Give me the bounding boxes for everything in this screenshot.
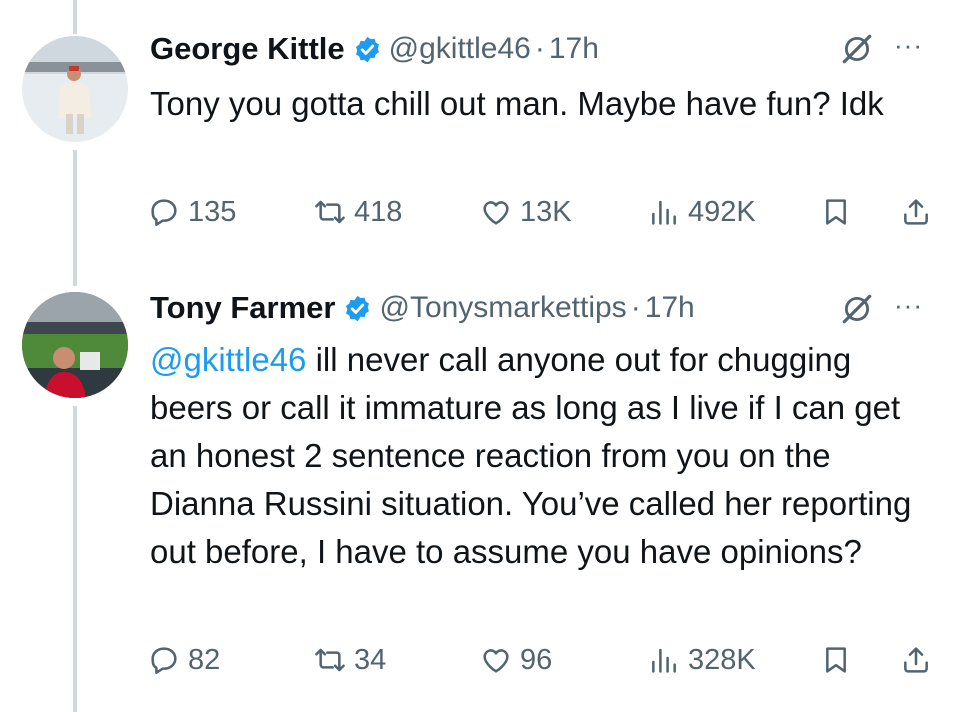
tweet-text-content: Tony you gotta chill out man. Maybe have… (150, 85, 884, 122)
views-button[interactable]: 328K (648, 640, 756, 680)
verified-badge-icon (355, 36, 379, 62)
share-icon (904, 199, 928, 225)
bookmark-icon (826, 199, 846, 225)
verified-badge-icon (346, 295, 370, 321)
tweet-actions: 82 34 96 328K (148, 640, 938, 680)
like-button[interactable]: 13K (480, 192, 572, 232)
more-options-button[interactable]: ··· (894, 290, 923, 321)
views-button[interactable]: 492K (648, 192, 756, 232)
views-chart-icon (652, 648, 676, 673)
like-button[interactable]: 96 (480, 640, 552, 680)
author-name[interactable]: George Kittle (150, 31, 345, 67)
grok-icon[interactable] (840, 292, 874, 326)
tweet-text: @gkittle46 ill never call anyone out for… (150, 336, 940, 576)
views-count: 492K (688, 195, 756, 228)
bookmark-button[interactable] (820, 640, 852, 680)
avatar[interactable] (22, 36, 128, 142)
heart-icon (483, 649, 509, 673)
reply-count: 82 (188, 643, 221, 676)
avatar[interactable] (22, 292, 128, 398)
reply-icon (151, 647, 177, 674)
bookmark-button[interactable] (820, 192, 852, 232)
repost-button[interactable]: 34 (314, 640, 386, 680)
reply-count: 135 (188, 195, 237, 228)
grok-icon[interactable] (840, 32, 874, 66)
repost-icon (315, 648, 345, 672)
like-count: 96 (520, 643, 553, 676)
bookmark-icon (826, 647, 846, 673)
tweet-actions: 135 418 13K 492K (148, 192, 938, 232)
share-icon (904, 647, 928, 673)
separator-dot: · (630, 291, 641, 324)
repost-count: 34 (354, 643, 387, 676)
author-handle[interactable]: @gkittle46 (389, 32, 531, 66)
like-count: 13K (520, 195, 572, 228)
timestamp[interactable]: 17h (645, 291, 695, 325)
views-count: 328K (688, 643, 756, 676)
mention-link[interactable]: @gkittle46 (150, 341, 306, 378)
reply-button[interactable]: 135 (148, 192, 236, 232)
repost-button[interactable]: 418 (314, 192, 402, 232)
author-handle[interactable]: @Tonysmarkettips (379, 291, 626, 325)
views-chart-icon (652, 200, 676, 225)
repost-icon (315, 200, 345, 224)
share-button[interactable] (900, 192, 932, 232)
more-options-button[interactable]: ··· (894, 30, 923, 61)
reply-button[interactable]: 82 (148, 640, 220, 680)
author-name[interactable]: Tony Farmer (150, 290, 335, 326)
thread-line-middle (73, 150, 77, 286)
reply-icon (151, 199, 177, 226)
heart-icon (483, 201, 509, 225)
thread-line-top (73, 0, 77, 34)
share-button[interactable] (900, 640, 932, 680)
tweet-text: Tony you gotta chill out man. Maybe have… (150, 80, 940, 128)
tweet-header: George Kittle @gkittle46 · 17h (150, 27, 599, 71)
thread-line-bottom (73, 406, 77, 712)
tweet-header: Tony Farmer @Tonysmarkettips · 17h (150, 286, 695, 330)
separator-dot: · (534, 32, 545, 65)
repost-count: 418 (354, 195, 403, 228)
timestamp[interactable]: 17h (549, 32, 599, 66)
